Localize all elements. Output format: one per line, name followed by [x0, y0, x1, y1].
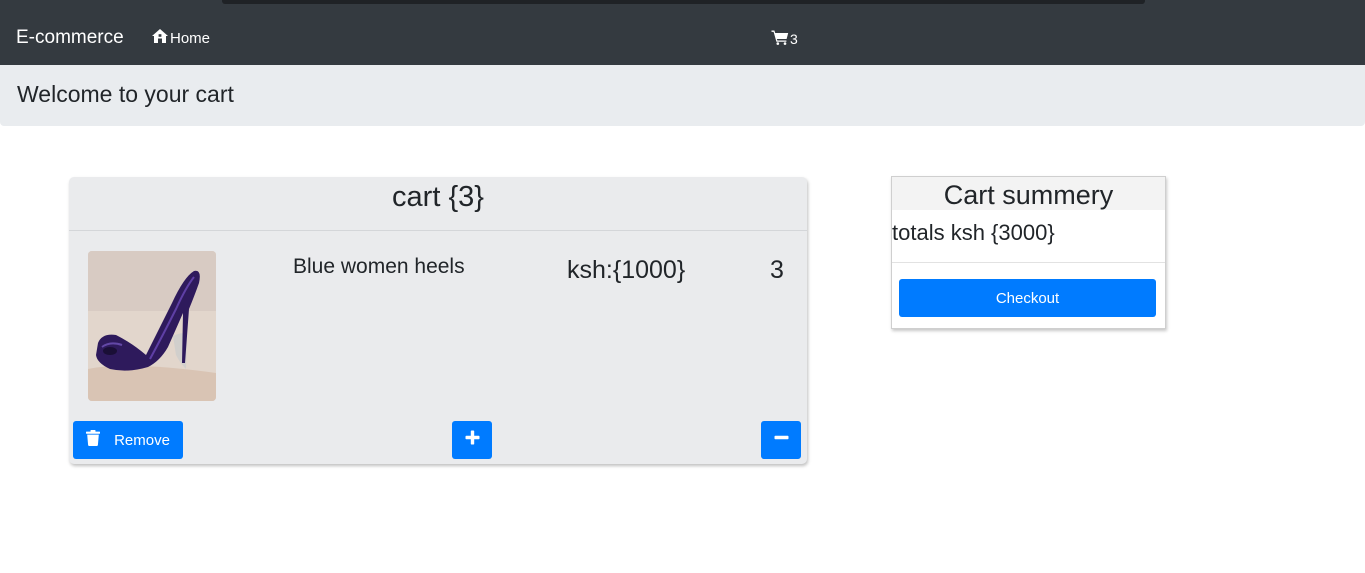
home-icon — [151, 28, 169, 50]
product-image — [88, 251, 216, 401]
top-strip-bar — [222, 0, 1145, 4]
cart-card: cart {3} Blue women heels ksh:{1000} 3 R… — [69, 177, 807, 464]
home-link-label: Home — [170, 30, 211, 47]
product-name: Blue women heels — [293, 255, 465, 278]
cart-divider — [69, 230, 807, 231]
product-quantity: 3 — [770, 256, 784, 284]
product-price: ksh:{1000} — [567, 256, 686, 284]
home-link[interactable]: Home — [151, 28, 210, 50]
decrease-quantity-button[interactable] — [761, 421, 801, 459]
cart-link[interactable]: 3 — [771, 29, 798, 49]
remove-button-label: Remove — [114, 431, 170, 449]
remove-button[interactable]: Remove — [73, 421, 183, 459]
cart-title: cart {3} — [392, 181, 484, 213]
shopping-cart-icon — [771, 29, 789, 49]
cart-total: totals ksh {3000} — [892, 220, 1055, 245]
welcome-title: Welcome to your cart — [17, 81, 234, 107]
checkout-button[interactable]: Checkout — [899, 279, 1156, 317]
navbar: E-commerce Home 3 — [0, 10, 1365, 65]
brand-link[interactable]: E-commerce — [16, 27, 124, 49]
minus-icon — [774, 430, 789, 450]
summary-divider — [892, 262, 1165, 263]
welcome-banner: Welcome to your cart — [0, 65, 1365, 126]
increase-quantity-button[interactable] — [452, 421, 492, 459]
cart-summary-card: Cart summery totals ksh {3000} Checkout — [891, 176, 1166, 329]
cart-count: 3 — [790, 31, 798, 47]
browser-top-strip — [0, 0, 1365, 10]
trash-icon — [86, 430, 101, 450]
cart-summary-title: Cart summery — [892, 177, 1165, 210]
plus-icon — [465, 430, 480, 450]
